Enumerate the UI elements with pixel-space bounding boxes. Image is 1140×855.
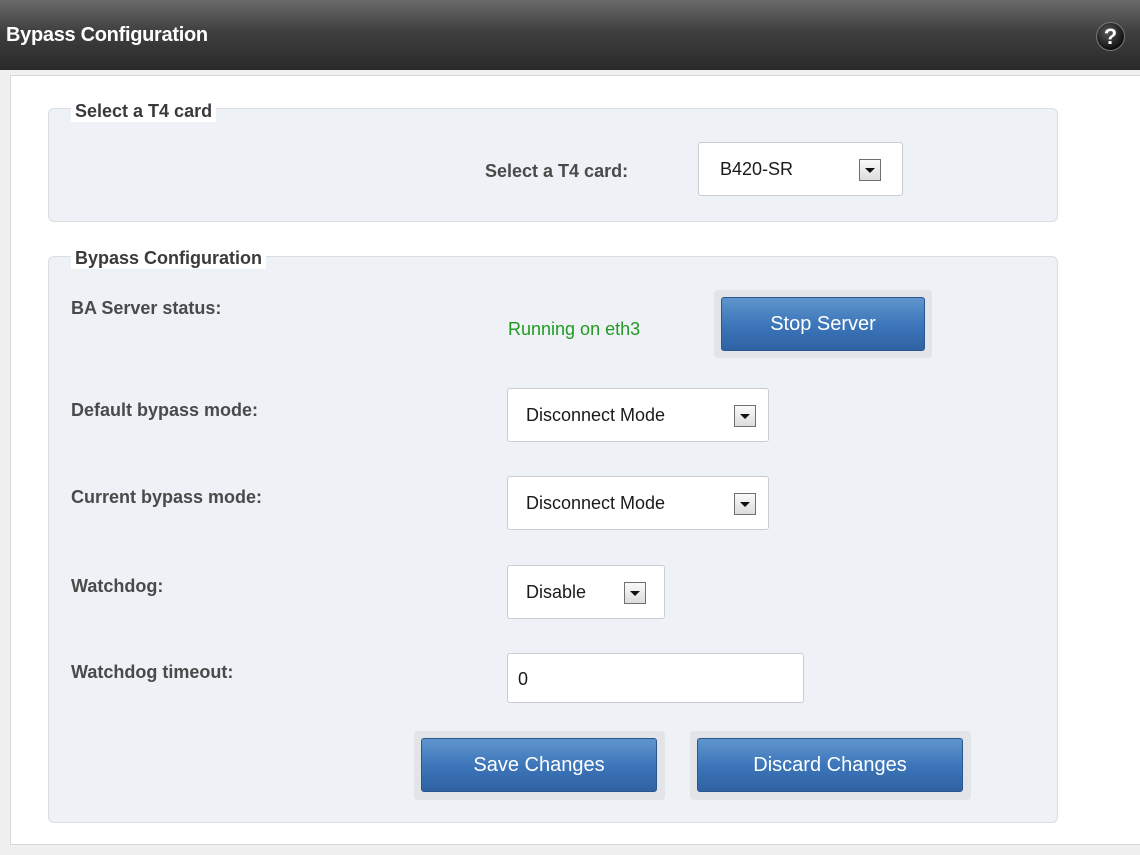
- discard-changes-button-frame: Discard Changes: [690, 731, 971, 800]
- server-status-value: Running on eth3: [508, 319, 641, 339]
- card-select-dropdown[interactable]: B420-SR: [698, 142, 903, 196]
- chevron-down-icon: [624, 582, 646, 604]
- save-changes-button-frame: Save Changes: [414, 731, 665, 800]
- card-select-label: Select a T4 card:: [485, 161, 629, 181]
- watchdog-label: Watchdog:: [71, 576, 164, 596]
- chevron-down-icon: [734, 493, 756, 515]
- watchdog-value: Disable: [526, 582, 587, 602]
- card-select-legend: Select a T4 card: [71, 101, 217, 122]
- current-mode-dropdown[interactable]: Disconnect Mode: [507, 476, 769, 530]
- server-status-label: BA Server status:: [71, 298, 222, 318]
- title-bar: Bypass Configuration ?: [0, 0, 1140, 70]
- watchdog-timeout-label: Watchdog timeout:: [71, 662, 234, 682]
- default-mode-label: Default bypass mode:: [71, 400, 259, 420]
- chevron-down-icon: [734, 405, 756, 427]
- stop-server-button-frame: Stop Server: [714, 290, 932, 358]
- current-mode-label: Current bypass mode:: [71, 487, 263, 507]
- help-icon[interactable]: ?: [1096, 22, 1125, 51]
- page-title: Bypass Configuration: [6, 24, 208, 46]
- save-changes-button[interactable]: Save Changes: [421, 738, 657, 792]
- current-mode-value: Disconnect Mode: [526, 493, 666, 513]
- bypass-config-legend: Bypass Configuration: [71, 248, 267, 269]
- stop-server-button[interactable]: Stop Server: [721, 297, 925, 351]
- watchdog-timeout-input[interactable]: 0: [507, 653, 804, 703]
- content-area: Select a T4 card Select a T4 card: B420-…: [10, 75, 1140, 845]
- default-mode-dropdown[interactable]: Disconnect Mode: [507, 388, 769, 442]
- bypass-config-window: Bypass Configuration ? Select a T4 card …: [0, 0, 1140, 855]
- default-mode-value: Disconnect Mode: [526, 405, 666, 425]
- card-select-value: B420-SR: [720, 159, 794, 179]
- discard-changes-button[interactable]: Discard Changes: [697, 738, 963, 792]
- watchdog-dropdown[interactable]: Disable: [507, 565, 665, 619]
- chevron-down-icon: [859, 159, 881, 181]
